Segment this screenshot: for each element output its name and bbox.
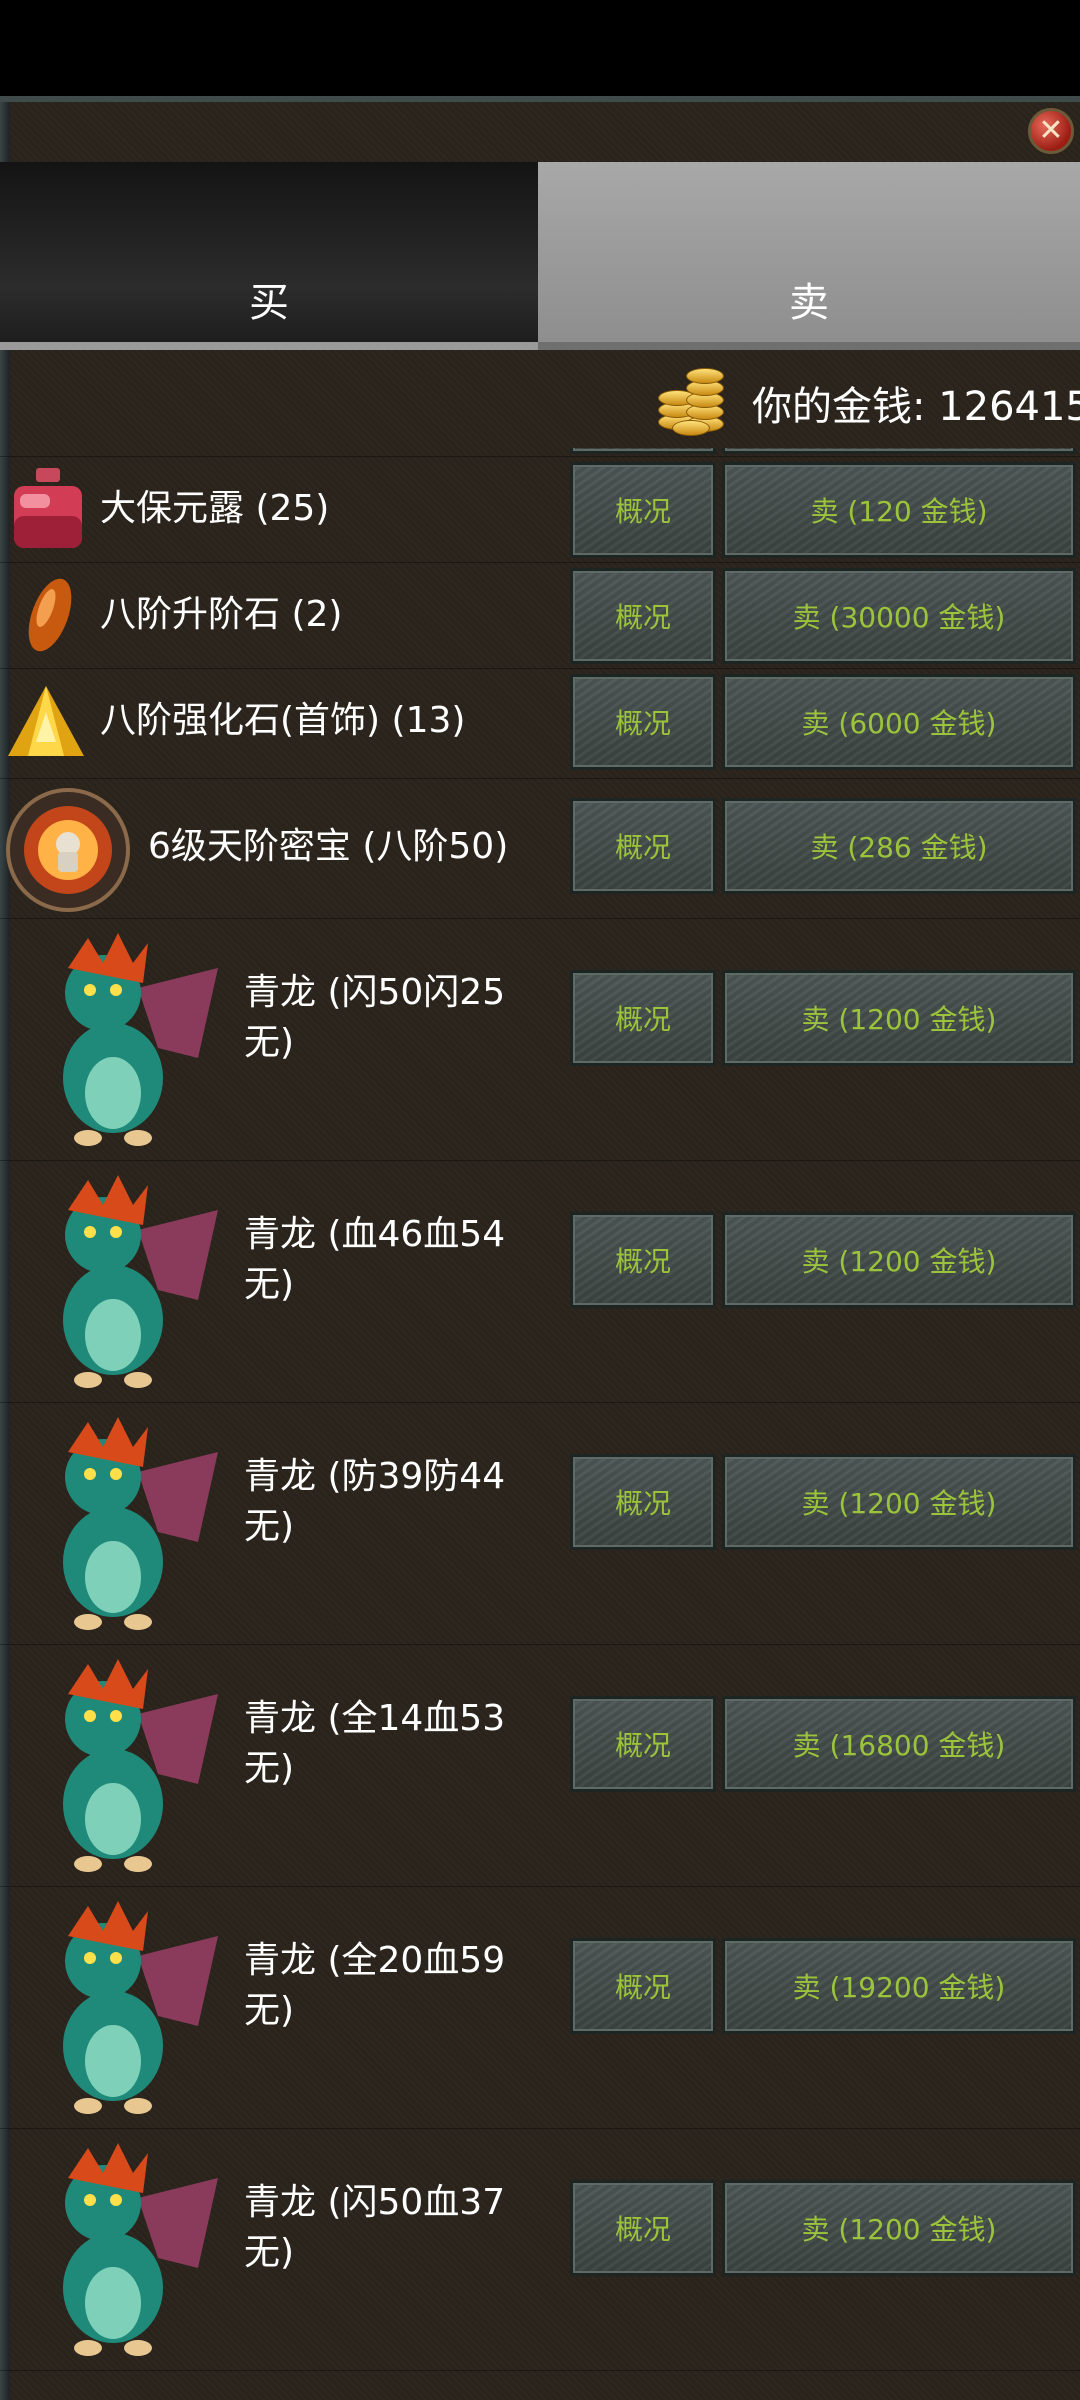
sell-button[interactable]: 卖 (1200 金钱) [722, 970, 1076, 1066]
item-list[interactable]: 大保元露 (25) 概况 卖 (120 金钱) 八阶升阶石 (2) 概况 卖 (… [0, 448, 1080, 2400]
sell-button[interactable]: 卖 (16800 金钱) [722, 1696, 1076, 1792]
list-item: 青龙 (防39防44 无) 概况 卖 (1200 金钱) [0, 1402, 1080, 1645]
gem-icon [8, 686, 84, 756]
list-item: 6级天阶密宝 (八阶50) 概况 卖 (286 金钱) [0, 778, 1080, 919]
treasure-icon [6, 788, 130, 912]
list-item: 大保元露 (25) 概况 卖 (120 金钱) [0, 456, 1080, 563]
sell-button[interactable]: 卖 (30000 金钱) [722, 568, 1076, 664]
sell-button[interactable]: 卖 (120 金钱) [722, 462, 1076, 558]
tab-sell[interactable]: 卖 [538, 162, 1080, 350]
stone-icon [28, 578, 72, 652]
detail-button[interactable]: 概况 [570, 568, 716, 664]
list-item: 青龙 (全14血53 无) 概况 卖 (16800 金钱) [0, 1644, 1080, 1887]
detail-button[interactable]: 概况 [570, 462, 716, 558]
dragon-icon [63, 1175, 218, 1388]
sell-button[interactable]: 卖 (1200 金钱) [722, 2180, 1076, 2276]
dragon-icon [63, 1901, 218, 2114]
list-item: 八阶升阶石 (2) 概况 卖 (30000 金钱) [0, 562, 1080, 669]
sell-button[interactable]: 卖 (19200 金钱) [722, 1938, 1076, 2034]
list-item: 青龙 (闪50闪25 无) 概况 卖 (1200 金钱) [0, 918, 1080, 1161]
sell-button[interactable] [722, 448, 1076, 454]
detail-button[interactable]: 概况 [570, 1454, 716, 1550]
dragon-icon [63, 1659, 218, 1872]
sell-button[interactable]: 卖 (6000 金钱) [722, 674, 1076, 770]
list-item: 青龙 (全20血59 无) 概况 卖 (19200 金钱) [0, 1886, 1080, 2129]
tab-bar: 买 卖 [0, 162, 1080, 350]
item-name: 青龙 (全14血53 无) [244, 1698, 506, 1789]
detail-button[interactable]: 概况 [570, 1696, 716, 1792]
close-icon: ✕ [1038, 113, 1064, 148]
detail-button[interactable]: 概况 [570, 970, 716, 1066]
money-row: 你的金钱: 126415 [0, 352, 1080, 448]
list-item: 八阶强化石(首饰) (13) 概况 卖 (6000 金钱) [0, 668, 1080, 779]
status-bar [0, 0, 1080, 96]
sell-button[interactable]: 卖 (286 金钱) [722, 798, 1076, 894]
detail-button[interactable]: 概况 [570, 674, 716, 770]
close-button[interactable]: ✕ [1028, 108, 1074, 154]
list-item: 青龙 (闪50血37 无) 概况 卖 (1200 金钱) [0, 2128, 1080, 2371]
item-name: 青龙 (全20血59 无) [244, 1940, 506, 2031]
dragon-icon [63, 1417, 218, 1630]
gold-coins-icon [656, 358, 724, 436]
detail-button[interactable]: 概况 [570, 1938, 716, 2034]
detail-button[interactable]: 概况 [570, 2180, 716, 2276]
item-name: 青龙 (闪50血37 无) [244, 2182, 506, 2273]
dragon-icon [63, 933, 218, 1146]
potion-icon [14, 468, 82, 548]
item-name: 八阶升阶石 (2) [100, 594, 343, 635]
sell-button[interactable]: 卖 (1200 金钱) [722, 1454, 1076, 1550]
detail-button[interactable] [570, 448, 716, 454]
item-name: 青龙 (血46血54 无) [244, 1214, 506, 1305]
detail-button[interactable]: 概况 [570, 798, 716, 894]
tab-buy[interactable]: 买 [0, 162, 538, 350]
dragon-icon [63, 2143, 218, 2356]
detail-button[interactable]: 概况 [570, 1212, 716, 1308]
item-name: 青龙 (闪50闪25 无) [244, 972, 506, 1063]
sell-button[interactable]: 卖 (1200 金钱) [722, 1212, 1076, 1308]
money-display: 你的金钱: 126415 [752, 384, 1080, 430]
shop-panel: ✕ 买 卖 你的金钱: 126415 大保元露 (25) 概况 卖 (120 金… [0, 96, 1080, 2400]
item-name: 青龙 (防39防44 无) [244, 1456, 506, 1547]
list-item: 青龙 (血46血54 无) 概况 卖 (1200 金钱) [0, 1160, 1080, 1403]
item-name: 6级天阶密宝 (八阶50) [148, 826, 509, 867]
item-name: 八阶强化石(首饰) (13) [100, 700, 466, 741]
item-name: 大保元露 (25) [100, 488, 330, 529]
